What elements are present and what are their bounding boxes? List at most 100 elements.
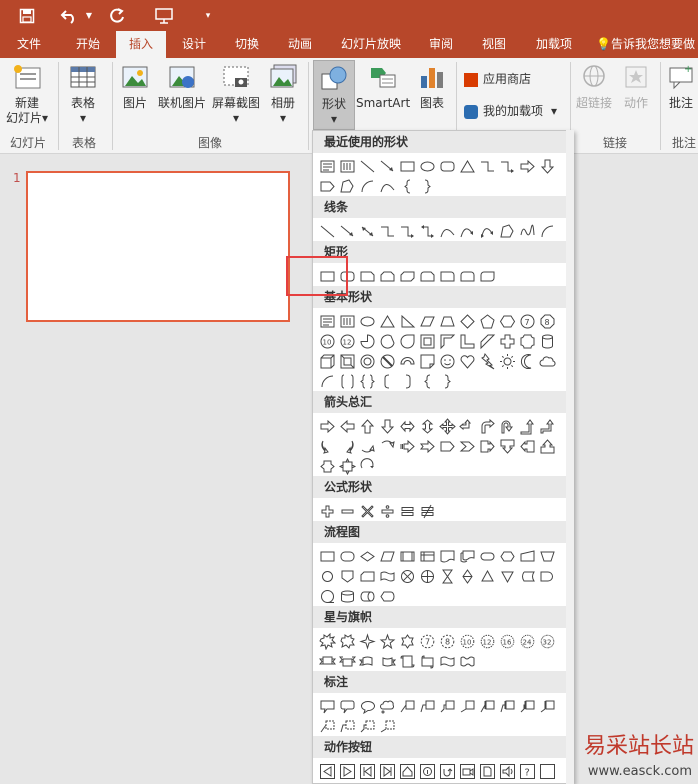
fdoc-shape-icon[interactable] (437, 546, 457, 566)
folded-shape-icon[interactable] (417, 351, 437, 371)
fseq-shape-icon[interactable] (317, 586, 337, 606)
teardrop-shape-icon[interactable] (397, 331, 417, 351)
action-button[interactable]: 动作 (618, 62, 654, 111)
curvedd-shape-icon[interactable] (377, 436, 397, 456)
uarrow-shape-icon[interactable] (357, 416, 377, 436)
abback-shape-icon[interactable] (317, 761, 337, 781)
curvedr-shape-icon[interactable] (317, 436, 337, 456)
quadarrow-shape-icon[interactable] (437, 416, 457, 436)
plaque-shape-icon[interactable] (517, 331, 537, 351)
delbow-shape-icon[interactable] (417, 221, 437, 241)
fdecision-shape-icon[interactable] (357, 546, 377, 566)
notchedr-shape-icon[interactable] (417, 436, 437, 456)
dwave-shape-icon[interactable] (457, 651, 477, 671)
vtext-shape-icon[interactable] (337, 311, 357, 331)
abfwd-shape-icon[interactable] (337, 761, 357, 781)
lbracket-shape-icon[interactable] (377, 371, 397, 391)
can-shape-icon[interactable] (537, 331, 557, 351)
diagstripe-shape-icon[interactable] (477, 331, 497, 351)
udarrow-shape-icon[interactable] (417, 416, 437, 436)
larrow-shape-icon[interactable] (337, 416, 357, 436)
acallout2-shape-icon[interactable] (497, 696, 517, 716)
abdoc-shape-icon[interactable] (477, 761, 497, 781)
fprep-shape-icon[interactable] (497, 546, 517, 566)
undo-dropdown-icon[interactable]: ▼ (84, 0, 94, 31)
lcallout-shape-icon[interactable] (517, 436, 537, 456)
bolt-shape-icon[interactable] (477, 351, 497, 371)
pie-shape-icon[interactable] (357, 331, 377, 351)
foffpage-shape-icon[interactable] (337, 566, 357, 586)
slide-editing-area[interactable] (574, 155, 698, 784)
lcallout1-shape-icon[interactable] (397, 696, 417, 716)
diamond-shape-icon[interactable] (457, 311, 477, 331)
elbow-shape-icon[interactable] (477, 156, 497, 176)
cribbon1-shape-icon[interactable] (357, 651, 377, 671)
dcurve-shape-icon[interactable] (477, 221, 497, 241)
moon-shape-icon[interactable] (517, 351, 537, 371)
elbow-shape-icon[interactable] (377, 221, 397, 241)
present-from-start-icon[interactable] (150, 0, 178, 31)
trap-shape-icon[interactable] (437, 311, 457, 331)
freeform-shape-icon[interactable] (337, 176, 357, 196)
my-addins-button[interactable]: 我的加载项 ▾ (464, 104, 564, 119)
brace2-shape-icon[interactable] (357, 371, 377, 391)
star12-shape-icon[interactable]: 12 (477, 631, 497, 651)
fdirect-shape-icon[interactable] (357, 586, 377, 606)
curve-shape-icon[interactable] (377, 176, 397, 196)
exp1-shape-icon[interactable] (317, 631, 337, 651)
fcollate-shape-icon[interactable] (437, 566, 457, 586)
vtext-shape-icon[interactable] (337, 156, 357, 176)
smiley-shape-icon[interactable] (437, 351, 457, 371)
tab-insert[interactable]: 插入 (116, 31, 166, 58)
cribbon2-shape-icon[interactable] (377, 651, 397, 671)
save-icon[interactable] (14, 0, 40, 31)
arrowline-shape-icon[interactable] (377, 156, 397, 176)
acallout4-shape-icon[interactable] (537, 696, 557, 716)
smartart-button[interactable]: SmartArt (356, 62, 410, 111)
tab-home[interactable]: 开始 (64, 31, 112, 58)
darrowline-shape-icon[interactable] (357, 221, 377, 241)
dcallout-shape-icon[interactable] (497, 436, 517, 456)
uturnarrow-shape-icon[interactable] (497, 416, 517, 436)
fmagdisk-shape-icon[interactable] (337, 586, 357, 606)
tab-slideshow[interactable]: 幻灯片放映 (334, 31, 408, 58)
hexagon-shape-icon[interactable] (497, 311, 517, 331)
lcallout2-shape-icon[interactable] (417, 696, 437, 716)
curvedu-shape-icon[interactable] (357, 436, 377, 456)
fpredef-shape-icon[interactable] (397, 546, 417, 566)
lcallout4-shape-icon[interactable] (457, 696, 477, 716)
halfframe-shape-icon[interactable] (437, 331, 457, 351)
gallery-scrollbar[interactable] (566, 130, 574, 784)
chevron-shape-icon[interactable] (457, 436, 477, 456)
fcard-shape-icon[interactable] (357, 566, 377, 586)
oval-shape-icon[interactable] (357, 311, 377, 331)
rtri-shape-icon[interactable] (397, 311, 417, 331)
acallout3-shape-icon[interactable] (517, 696, 537, 716)
screenshot-button[interactable]: 屏幕截图 ▾ (208, 62, 264, 126)
pentagon2-shape-icon[interactable] (317, 176, 337, 196)
tab-view[interactable]: 视图 (472, 31, 516, 58)
store-button[interactable]: 应用商店 (464, 72, 538, 87)
arc-shape-icon[interactable] (357, 176, 377, 196)
lbrace-shape-icon[interactable] (417, 371, 437, 391)
abmovie-shape-icon[interactable] (457, 761, 477, 781)
darrow-shape-icon[interactable] (537, 156, 557, 176)
online-pictures-button[interactable]: 联机图片 (156, 62, 208, 111)
star6-shape-icon[interactable] (397, 631, 417, 651)
ovalcallout-shape-icon[interactable] (357, 696, 377, 716)
rrectcallout-shape-icon[interactable] (337, 696, 357, 716)
fmanop-shape-icon[interactable] (537, 546, 557, 566)
table-button[interactable]: 表格 ▾ (62, 62, 104, 126)
cube-shape-icon[interactable] (317, 351, 337, 371)
wave-shape-icon[interactable] (437, 651, 457, 671)
darrow-shape-icon[interactable] (377, 416, 397, 436)
chord-shape-icon[interactable] (377, 331, 397, 351)
heptagon-shape-icon[interactable]: 7 (517, 311, 537, 331)
tri-shape-icon[interactable] (377, 311, 397, 331)
donut-shape-icon[interactable] (357, 351, 377, 371)
arc-shape-icon[interactable] (537, 221, 557, 241)
frame-shape-icon[interactable] (417, 331, 437, 351)
bcallout1-shape-icon[interactable] (317, 716, 337, 736)
elbowarrow-shape-icon[interactable] (397, 221, 417, 241)
abhelp-shape-icon[interactable]: ? (517, 761, 537, 781)
